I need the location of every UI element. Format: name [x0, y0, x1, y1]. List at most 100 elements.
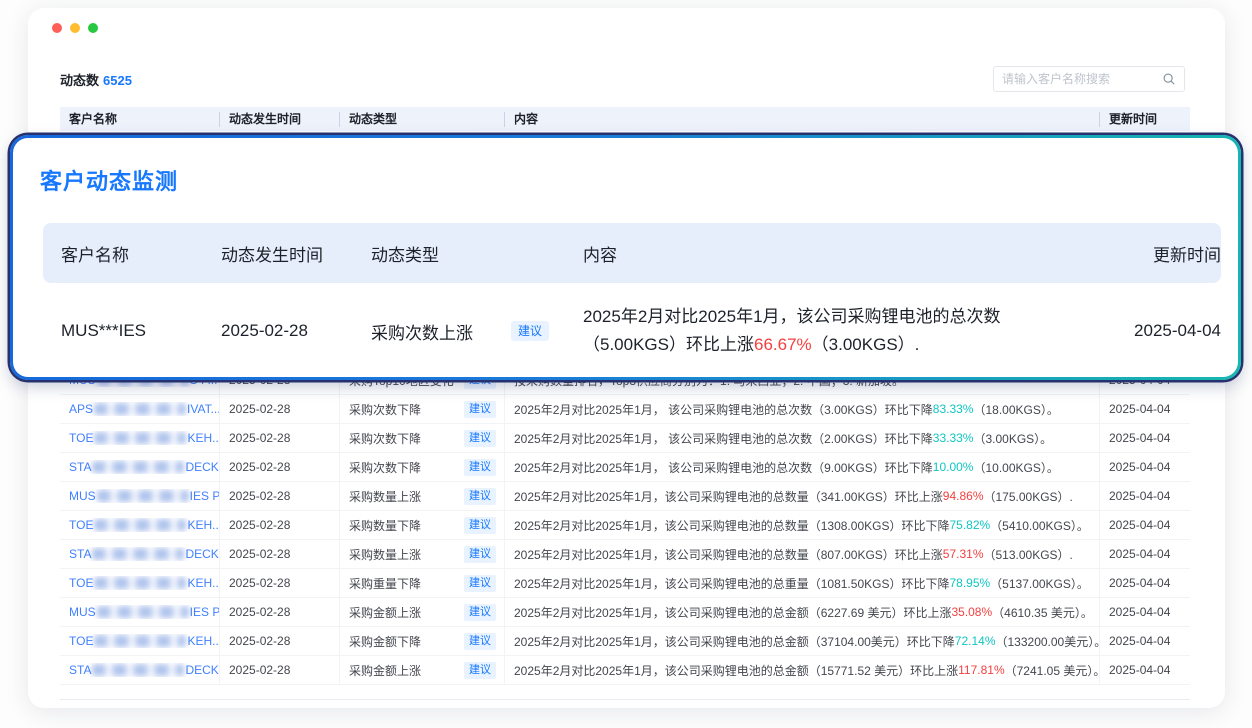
- customer-name-cell[interactable]: TOEKEH...: [60, 627, 220, 655]
- customer-name-suffix: IVAT...: [187, 402, 219, 416]
- screenshot-root: 动态数6525 客户名称 动态发生时间 动态类型 内容 更新时间: [0, 0, 1252, 728]
- table-row[interactable]: MUSIES P... 2025-02-28 采购金额上涨 建议 2025年2月…: [60, 598, 1190, 627]
- percent-value: 83.33%: [933, 402, 974, 416]
- suggestion-badge[interactable]: 建议: [464, 604, 496, 621]
- suggestion-badge[interactable]: 建议: [464, 575, 496, 592]
- suggestion-badge[interactable]: 建议: [464, 633, 496, 650]
- table-bottom-divider: [60, 699, 1190, 700]
- table-row[interactable]: MUSIES P... 2025-02-28 采购数量上涨 建议 2025年2月…: [60, 482, 1190, 511]
- table-row[interactable]: STADECK... 2025-02-28 采购次数下降 建议 2025年2月对…: [60, 453, 1190, 482]
- header-customer-name[interactable]: 客户名称: [60, 112, 220, 127]
- customer-name-suffix: DECK...: [185, 460, 219, 474]
- customer-name-suffix: KEH...: [187, 431, 219, 445]
- customer-name-cell[interactable]: APS IVAT...: [60, 395, 220, 423]
- customer-name-prefix: APS: [69, 402, 93, 416]
- search-input[interactable]: [1002, 72, 1162, 86]
- customer-name-cell[interactable]: STADECK...: [60, 453, 220, 481]
- customer-name-link[interactable]: TOE KEH...: [69, 431, 219, 445]
- window-controls: [52, 23, 98, 33]
- customer-name-link[interactable]: MUSIES P...: [69, 605, 219, 619]
- occur-time-cell: 2025-02-28: [220, 569, 340, 597]
- table-row[interactable]: TOEKEH... 2025-02-28 采购重量下降 建议 2025年2月对比…: [60, 569, 1190, 598]
- customer-name-cell[interactable]: MUSIES P...: [60, 598, 220, 626]
- dynamic-count: 动态数6525: [60, 70, 132, 89]
- card-suggestion-badge[interactable]: 建议: [511, 321, 549, 341]
- content-text-after: （133200.00美元）。: [996, 633, 1101, 650]
- suggestion-badge[interactable]: 建议: [464, 662, 496, 679]
- percent-value: 10.00%: [933, 460, 974, 474]
- update-time-value: 2025-04-04: [1109, 576, 1170, 590]
- customer-name-suffix: KEH...: [187, 576, 219, 590]
- table-row[interactable]: STADECK... 2025-02-28 采购金额上涨 建议 2025年2月对…: [60, 656, 1190, 685]
- customer-name-link[interactable]: TOEKEH...: [69, 634, 219, 648]
- redacted-name-segment: [92, 664, 184, 676]
- minimize-window-icon[interactable]: [70, 23, 80, 33]
- header-occur-time[interactable]: 动态发生时间: [220, 112, 340, 127]
- redacted-name-segment: [97, 606, 189, 618]
- table-row[interactable]: TOEKEH... 2025-02-28 采购次数下降 建议 2025年2月对比…: [60, 424, 1190, 453]
- dynamic-type-cell: 采购次数下降 建议: [340, 453, 505, 481]
- customer-name-link[interactable]: APS IVAT...: [69, 402, 219, 416]
- table-row[interactable]: APSIVAT... 2025-02-28 采购次数下降 建议 2025年2月对…: [60, 395, 1190, 424]
- suggestion-badge[interactable]: 建议: [464, 459, 496, 476]
- customer-name-cell[interactable]: TOEKEH...: [60, 569, 220, 597]
- content-text: 2025年2月对比2025年1月， 该公司采购锂电池的总次数（2.00KGS）环…: [514, 430, 933, 447]
- customer-name-suffix: KEH...: [187, 634, 219, 648]
- customer-name-link[interactable]: STADECK...: [69, 460, 219, 474]
- dynamic-type-value: 采购数量下降: [349, 517, 421, 534]
- percent-value: 117.81%: [958, 663, 1004, 677]
- header-update-time[interactable]: 更新时间: [1100, 112, 1190, 127]
- card-data-row[interactable]: MUS***IES 2025-02-28 采购次数上涨 建议 2025年2月对比…: [43, 283, 1221, 379]
- card-customer-name[interactable]: MUS***IES: [43, 321, 203, 341]
- occur-time-value: 2025-02-28: [229, 518, 290, 532]
- content-cell: 2025年2月对比2025年1月， 该公司采购锂电池的总次数（2.00KGS）环…: [505, 424, 1100, 452]
- suggestion-badge[interactable]: 建议: [464, 430, 496, 447]
- percent-value: 94.86%: [943, 489, 984, 503]
- update-time-cell: 2025-04-04: [1100, 395, 1190, 423]
- search-icon[interactable]: [1162, 72, 1176, 86]
- maximize-window-icon[interactable]: [88, 23, 98, 33]
- customer-name-link[interactable]: STADECK...: [69, 663, 219, 677]
- content-cell: 2025年2月对比2025年1月，该公司采购锂电池的总重量（1081.50KGS…: [505, 569, 1100, 597]
- close-window-icon[interactable]: [52, 23, 62, 33]
- suggestion-badge[interactable]: 建议: [464, 488, 496, 505]
- update-time-cell: 2025-04-04: [1100, 627, 1190, 655]
- customer-name-cell[interactable]: TOE KEH...: [60, 424, 220, 452]
- customer-search[interactable]: [993, 66, 1185, 92]
- update-time-cell: 2025-04-04: [1100, 511, 1190, 539]
- suggestion-badge[interactable]: 建议: [464, 517, 496, 534]
- percent-value: 72.14%: [955, 634, 996, 648]
- customer-name-cell[interactable]: TOEKEH...: [60, 511, 220, 539]
- content-text: 2025年2月对比2025年1月，该公司采购锂电池的总重量（1081.50KGS…: [514, 575, 949, 592]
- redacted-name-segment: [94, 635, 186, 647]
- dynamic-type-cell: 采购数量上涨 建议: [340, 482, 505, 510]
- dynamic-type-value: 采购金额上涨: [349, 604, 421, 621]
- customer-name-cell[interactable]: STADECK...: [60, 656, 220, 684]
- table-row[interactable]: STADECK... 2025-02-28 采购数量上涨 建议 2025年2月对…: [60, 540, 1190, 569]
- suggestion-badge[interactable]: 建议: [464, 546, 496, 563]
- customer-name-cell[interactable]: MUSIES P...: [60, 482, 220, 510]
- customer-name-prefix: TOE: [69, 431, 93, 445]
- update-time-cell: 2025-04-04: [1100, 656, 1190, 684]
- dynamic-type-cell: 采购次数下降 建议: [340, 424, 505, 452]
- update-time-cell: 2025-04-04: [1100, 424, 1190, 452]
- occur-time-value: 2025-02-28: [229, 634, 290, 648]
- card-header-update-time: 更新时间: [1091, 241, 1221, 266]
- customer-name-link[interactable]: MUSIES P...: [69, 489, 219, 503]
- suggestion-badge[interactable]: 建议: [464, 401, 496, 418]
- customer-name-suffix: IES P...: [190, 605, 219, 619]
- dynamic-type-value: 采购金额下降: [349, 633, 421, 650]
- content-text-after: （10.00KGS）。: [973, 459, 1058, 476]
- customer-name-link[interactable]: TOEKEH...: [69, 518, 219, 532]
- content-cell: 2025年2月对比2025年1月，该公司采购锂电池的总数量（807.00KGS）…: [505, 540, 1100, 568]
- customer-name-cell[interactable]: STADECK...: [60, 540, 220, 568]
- table-row[interactable]: TOEKEH... 2025-02-28 采购数量下降 建议 2025年2月对比…: [60, 511, 1190, 540]
- customer-name-link[interactable]: STADECK...: [69, 547, 219, 561]
- customer-name-suffix: DECK...: [185, 663, 219, 677]
- customer-name-link[interactable]: TOEKEH...: [69, 576, 219, 590]
- header-dynamic-type[interactable]: 动态类型: [340, 112, 505, 127]
- card-dynamic-type-value: 采购次数上涨: [371, 319, 473, 344]
- header-content[interactable]: 内容: [505, 112, 1100, 127]
- customer-name-suffix: IES P...: [190, 489, 219, 503]
- table-row[interactable]: TOEKEH... 2025-02-28 采购金额下降 建议 2025年2月对比…: [60, 627, 1190, 656]
